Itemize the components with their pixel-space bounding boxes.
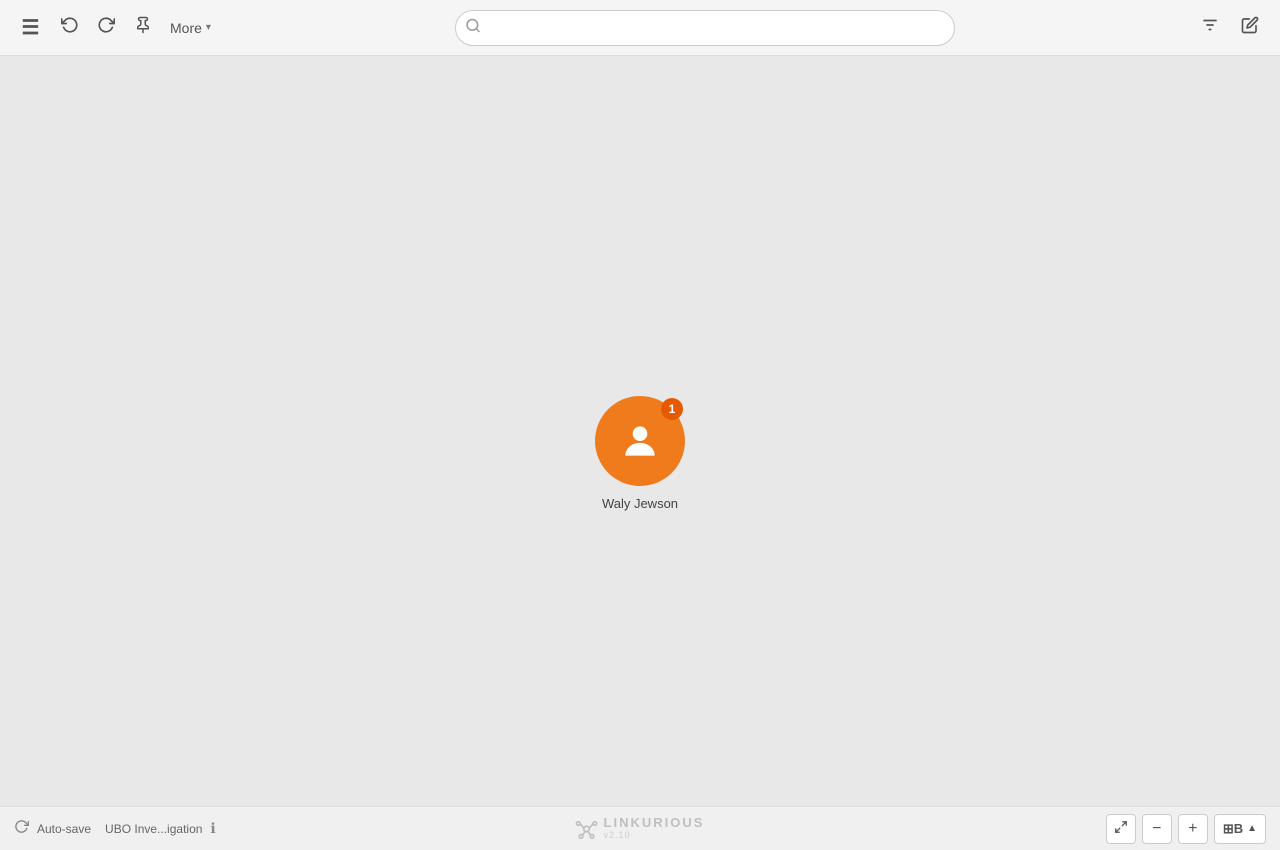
filter-button[interactable]: [1192, 10, 1228, 46]
graph-canvas[interactable]: 1 Waly Jewson: [0, 56, 1280, 850]
zoom-in-icon: +: [1188, 820, 1197, 838]
bottombar-right: − + ⊞B ▲: [1106, 814, 1266, 844]
fit-icon: [1114, 820, 1128, 837]
layout-button[interactable]: ⊞B ▲: [1214, 814, 1266, 844]
more-button[interactable]: More ▾: [162, 14, 219, 42]
toolbar: ☰: [0, 0, 1280, 56]
undo-icon: [61, 16, 79, 39]
pin-icon: [134, 16, 152, 39]
logo-version: v2.10: [604, 831, 705, 841]
node-circle[interactable]: 1: [595, 396, 685, 486]
undo-button[interactable]: [52, 10, 88, 46]
search-container: [455, 10, 955, 46]
node-badge: 1: [661, 398, 683, 420]
more-label: More: [170, 20, 202, 36]
menu-button[interactable]: ☰: [12, 10, 48, 46]
toolbar-left-group: ☰: [12, 10, 219, 46]
info-icon[interactable]: ℹ: [210, 820, 215, 837]
logo-network-icon: [576, 818, 598, 840]
bottombar: Auto-save UBO Inve...igation ℹ LINKURIOU…: [0, 806, 1280, 850]
toolbar-search: [219, 10, 1192, 46]
redo-button[interactable]: [88, 10, 124, 46]
zoom-out-button[interactable]: −: [1142, 814, 1172, 844]
zoom-out-icon: −: [1152, 820, 1161, 838]
toolbar-right-group: [1192, 10, 1268, 46]
logo-text-stack: LINKURIOUS v2.10: [604, 816, 705, 840]
autosave-icon: [14, 819, 29, 838]
linkurious-logo: LINKURIOUS v2.10: [576, 816, 705, 840]
chevron-up-icon: ▲: [1247, 823, 1257, 834]
search-input[interactable]: [455, 10, 955, 46]
edit-icon: [1241, 16, 1259, 39]
graph-node[interactable]: 1 Waly Jewson: [595, 396, 685, 511]
hamburger-icon: ☰: [22, 18, 39, 38]
chevron-down-icon: ▾: [206, 22, 211, 33]
undo-redo-group: [52, 10, 124, 46]
edit-button[interactable]: [1232, 10, 1268, 46]
pin-button[interactable]: [128, 10, 158, 46]
fit-to-screen-button[interactable]: [1106, 814, 1136, 844]
autosave-label: Auto-save: [37, 822, 91, 836]
person-icon: [618, 419, 662, 463]
logo-name: LINKURIOUS: [604, 816, 705, 830]
redo-icon: [97, 16, 115, 39]
investigation-label: UBO Inve...igation: [105, 822, 202, 836]
filter-icon: [1201, 16, 1219, 39]
node-label: Waly Jewson: [602, 496, 678, 511]
zoom-in-button[interactable]: +: [1178, 814, 1208, 844]
bottombar-left: Auto-save UBO Inve...igation ℹ: [14, 819, 1106, 838]
layout-label: ⊞B: [1223, 821, 1243, 837]
bottombar-center: LINKURIOUS v2.10: [576, 816, 705, 840]
